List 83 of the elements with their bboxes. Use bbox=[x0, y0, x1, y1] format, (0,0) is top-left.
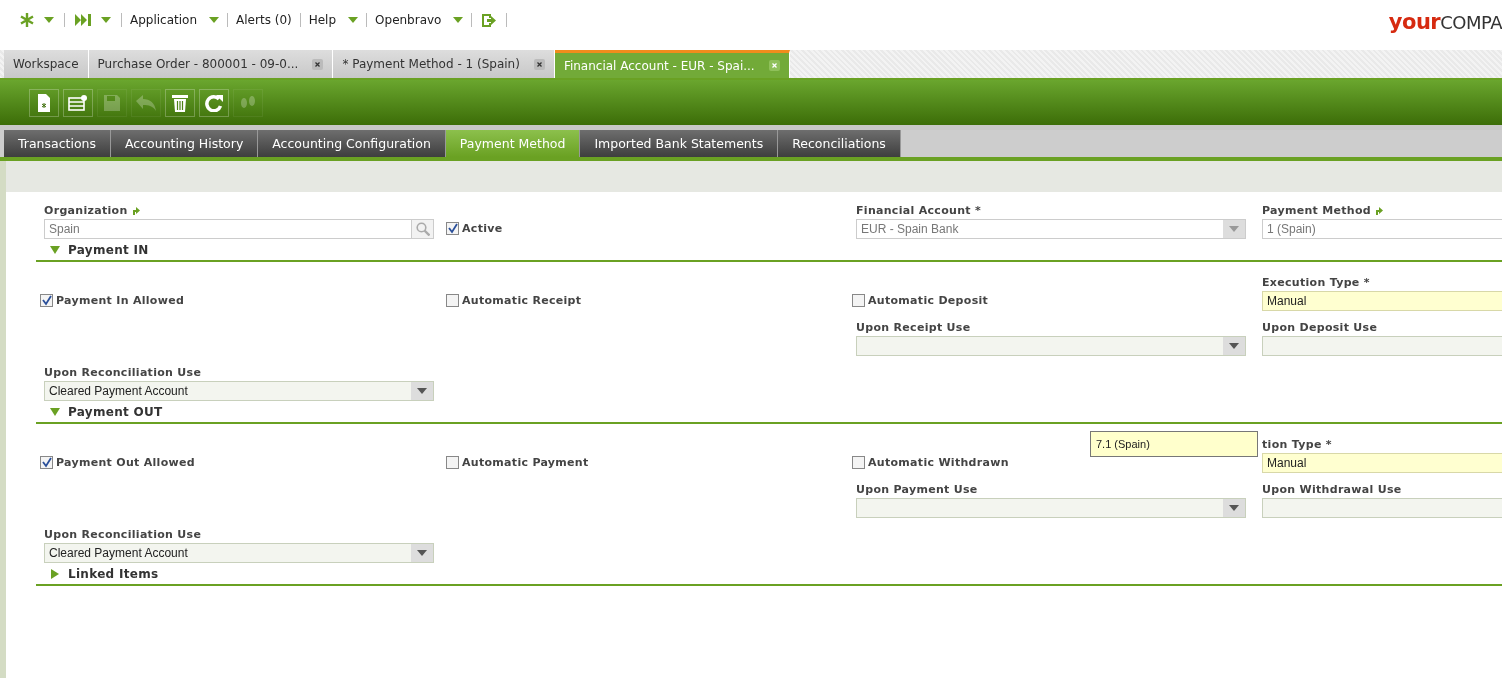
field-label: Upon Payment Use bbox=[856, 483, 978, 496]
menu-button[interactable]: Application bbox=[122, 13, 228, 27]
field-label: Payment Method bbox=[1262, 204, 1371, 217]
checkbox-label: Automatic Withdrawn bbox=[868, 456, 1009, 469]
field-label: Upon Reconciliation Use bbox=[44, 366, 202, 379]
toolbar-button[interactable] bbox=[199, 88, 229, 117]
checkbox[interactable] bbox=[446, 456, 459, 469]
collapsed-triangle-icon[interactable] bbox=[50, 569, 60, 579]
field-label: Organization bbox=[44, 204, 128, 217]
checkbox[interactable] bbox=[446, 294, 459, 307]
link-arrow-icon[interactable] bbox=[1375, 206, 1383, 215]
asterisk-icon[interactable] bbox=[20, 13, 34, 27]
expanded-triangle-icon[interactable] bbox=[50, 407, 60, 417]
company-logo: yourCOMPA bbox=[1388, 10, 1502, 34]
checkbox-label: Automatic Deposit bbox=[868, 294, 989, 307]
dropdown-field[interactable]: EUR - Spain Bank bbox=[856, 219, 1246, 239]
toolbar-button[interactable] bbox=[165, 88, 195, 117]
dropdown-arrow-icon bbox=[1229, 343, 1239, 349]
logout-icon[interactable] bbox=[482, 13, 497, 27]
checkbox-label: Automatic Payment bbox=[462, 456, 589, 469]
field-label: Upon Reconciliation Use bbox=[44, 528, 202, 541]
input-field[interactable]: Manual bbox=[1262, 453, 1502, 473]
window-tab[interactable]: * Payment Method - 1 (Spain) bbox=[333, 50, 555, 78]
save-icon bbox=[104, 94, 120, 111]
caret-icon bbox=[44, 17, 54, 23]
dropdown-arrow-icon bbox=[1229, 505, 1239, 511]
checkbox-label: Active bbox=[462, 222, 503, 235]
new-document-icon bbox=[38, 93, 50, 112]
caret-icon bbox=[453, 17, 464, 23]
dropdown-arrow-icon bbox=[1229, 226, 1239, 232]
dropdown-field[interactable] bbox=[856, 336, 1246, 356]
dropdown-field[interactable]: Cleared Payment Account bbox=[44, 543, 434, 563]
checkbox-label: Payment In Allowed bbox=[56, 294, 185, 307]
field-label: Upon Withdrawal Use bbox=[1262, 483, 1402, 496]
input-field[interactable]: Manual bbox=[1262, 291, 1502, 311]
menu-button[interactable]: Openbravo bbox=[367, 13, 472, 27]
field-label: Execution Type * bbox=[1262, 276, 1370, 289]
menu-button[interactable]: Alerts (0) bbox=[228, 13, 300, 27]
field-label: Upon Deposit Use bbox=[1262, 321, 1378, 334]
window-tab[interactable]: Purchase Order - 800001 - 09-0... bbox=[88, 50, 334, 78]
checkbox-label: Payment Out Allowed bbox=[56, 456, 195, 469]
window-tab[interactable]: Workspace bbox=[4, 50, 89, 78]
dropdown-arrow-icon bbox=[417, 550, 427, 556]
fast-forward-icon[interactable] bbox=[75, 14, 91, 26]
expanded-triangle-icon[interactable] bbox=[50, 245, 60, 255]
caret-icon bbox=[209, 17, 220, 23]
link-arrow-icon[interactable] bbox=[131, 206, 140, 215]
refresh-icon bbox=[205, 93, 223, 112]
tab[interactable]: Reconciliations bbox=[778, 130, 901, 157]
field-label: Financial Account * bbox=[856, 204, 981, 217]
section-header[interactable]: Linked Items bbox=[68, 567, 159, 581]
input-field[interactable]: 1 (Spain) bbox=[1262, 219, 1502, 239]
close-icon[interactable] bbox=[312, 58, 324, 70]
dropdown-arrow-icon bbox=[417, 388, 427, 394]
trash-icon bbox=[172, 93, 188, 112]
field-label: Upon Receipt Use bbox=[856, 321, 971, 334]
tooltip: 7.1 (Spain) bbox=[1090, 431, 1258, 457]
caret-icon bbox=[101, 17, 111, 23]
input-field[interactable]: Spain bbox=[44, 219, 412, 239]
toolbar-button[interactable] bbox=[63, 88, 93, 117]
search-button[interactable] bbox=[412, 219, 434, 239]
tab[interactable]: Transactions bbox=[4, 130, 112, 157]
toolbar-button[interactable] bbox=[29, 88, 59, 117]
tab[interactable]: Accounting History bbox=[111, 130, 259, 157]
checkbox[interactable] bbox=[852, 456, 865, 469]
new-row-icon bbox=[68, 94, 88, 111]
section-header[interactable]: Payment OUT bbox=[68, 405, 163, 419]
field-label: tion Type * bbox=[1262, 438, 1332, 451]
dropdown-field[interactable]: Cleared Payment Account bbox=[44, 381, 434, 401]
section-header[interactable]: Payment IN bbox=[68, 243, 149, 257]
checkbox[interactable] bbox=[40, 456, 53, 469]
checkbox[interactable] bbox=[852, 294, 865, 307]
close-icon[interactable] bbox=[533, 58, 545, 70]
dropdown-field[interactable] bbox=[856, 498, 1246, 518]
tab[interactable]: Accounting Configuration bbox=[258, 130, 446, 157]
checkbox[interactable] bbox=[40, 294, 53, 307]
caret-icon bbox=[348, 17, 359, 23]
menu-button[interactable]: Help bbox=[300, 13, 367, 27]
tab[interactable]: Imported Bank Statements bbox=[580, 130, 779, 157]
undo-icon bbox=[136, 94, 156, 111]
search-icon bbox=[415, 222, 430, 236]
checkbox[interactable] bbox=[446, 222, 459, 235]
checkbox-label: Automatic Receipt bbox=[462, 294, 582, 307]
